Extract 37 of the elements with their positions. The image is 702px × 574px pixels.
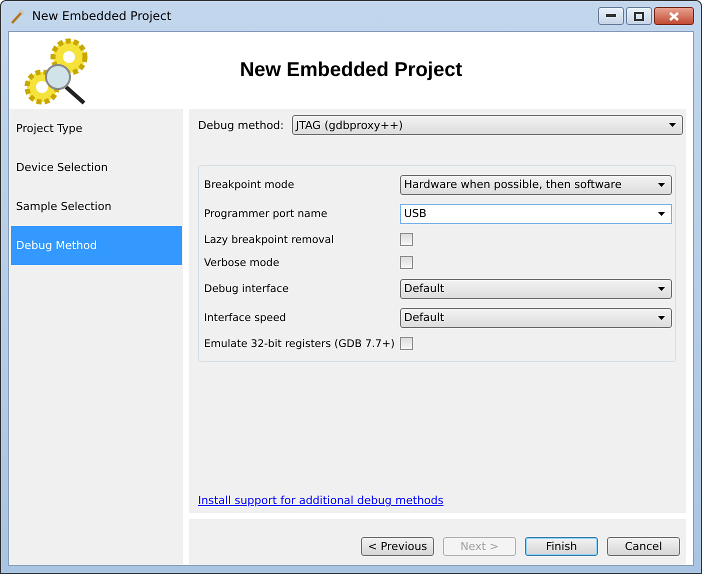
wizard-title: New Embedded Project xyxy=(238,59,464,82)
sidebar-item[interactable]: Project Type xyxy=(11,109,182,148)
debug-method-label: Debug method: xyxy=(198,118,284,132)
wizard-button[interactable]: Finish xyxy=(525,536,598,556)
install-support-link[interactable]: Install support for additional debug methods xyxy=(198,494,444,507)
minimize-button[interactable] xyxy=(598,7,624,25)
port-combo-field[interactable]: USB xyxy=(400,204,672,224)
debug-method-dropdown[interactable]: JTAG (gdbproxy++) xyxy=(292,115,683,135)
dropdown-arrow-icon xyxy=(658,212,665,216)
setting-dropdown[interactable]: Default xyxy=(400,308,672,328)
setting-checkbox[interactable] xyxy=(400,233,413,246)
setting-checkbox[interactable] xyxy=(400,256,413,269)
setting-dropdown[interactable]: Default xyxy=(400,278,672,298)
wizard-button[interactable]: Cancel xyxy=(607,536,680,556)
wand-icon xyxy=(10,8,26,24)
wizard-button[interactable]: < Previous xyxy=(361,536,434,556)
close-button[interactable] xyxy=(654,7,694,25)
setting-label: Lazy breakpoint removal xyxy=(204,234,335,246)
dropdown-arrow-icon xyxy=(669,123,676,127)
setting-label: Programmer port name xyxy=(204,208,328,220)
setting-label: Interface speed xyxy=(204,312,288,324)
setting-label: Breakpoint mode xyxy=(204,178,296,190)
dropdown-arrow-icon xyxy=(658,286,665,290)
maximize-button[interactable] xyxy=(626,7,652,25)
maximize-icon xyxy=(634,12,644,20)
dropdown-arrow-icon xyxy=(658,316,665,320)
window-title: New Embedded Project xyxy=(32,9,172,23)
sidebar-item[interactable]: Sample Selection xyxy=(11,187,182,226)
setting-label: Emulate 32-bit registers (GDB 7.7+) xyxy=(204,338,396,350)
setting-label: Verbose mode xyxy=(204,256,280,268)
setting-label: Debug interface xyxy=(204,282,290,294)
minimize-icon xyxy=(606,14,616,18)
setting-dropdown[interactable]: Hardware when possible, then software xyxy=(400,174,672,194)
sidebar-item[interactable]: Device Selection xyxy=(11,148,182,187)
setting-checkbox[interactable] xyxy=(400,337,413,350)
close-icon xyxy=(669,12,679,20)
dropdown-arrow-icon xyxy=(658,182,665,186)
